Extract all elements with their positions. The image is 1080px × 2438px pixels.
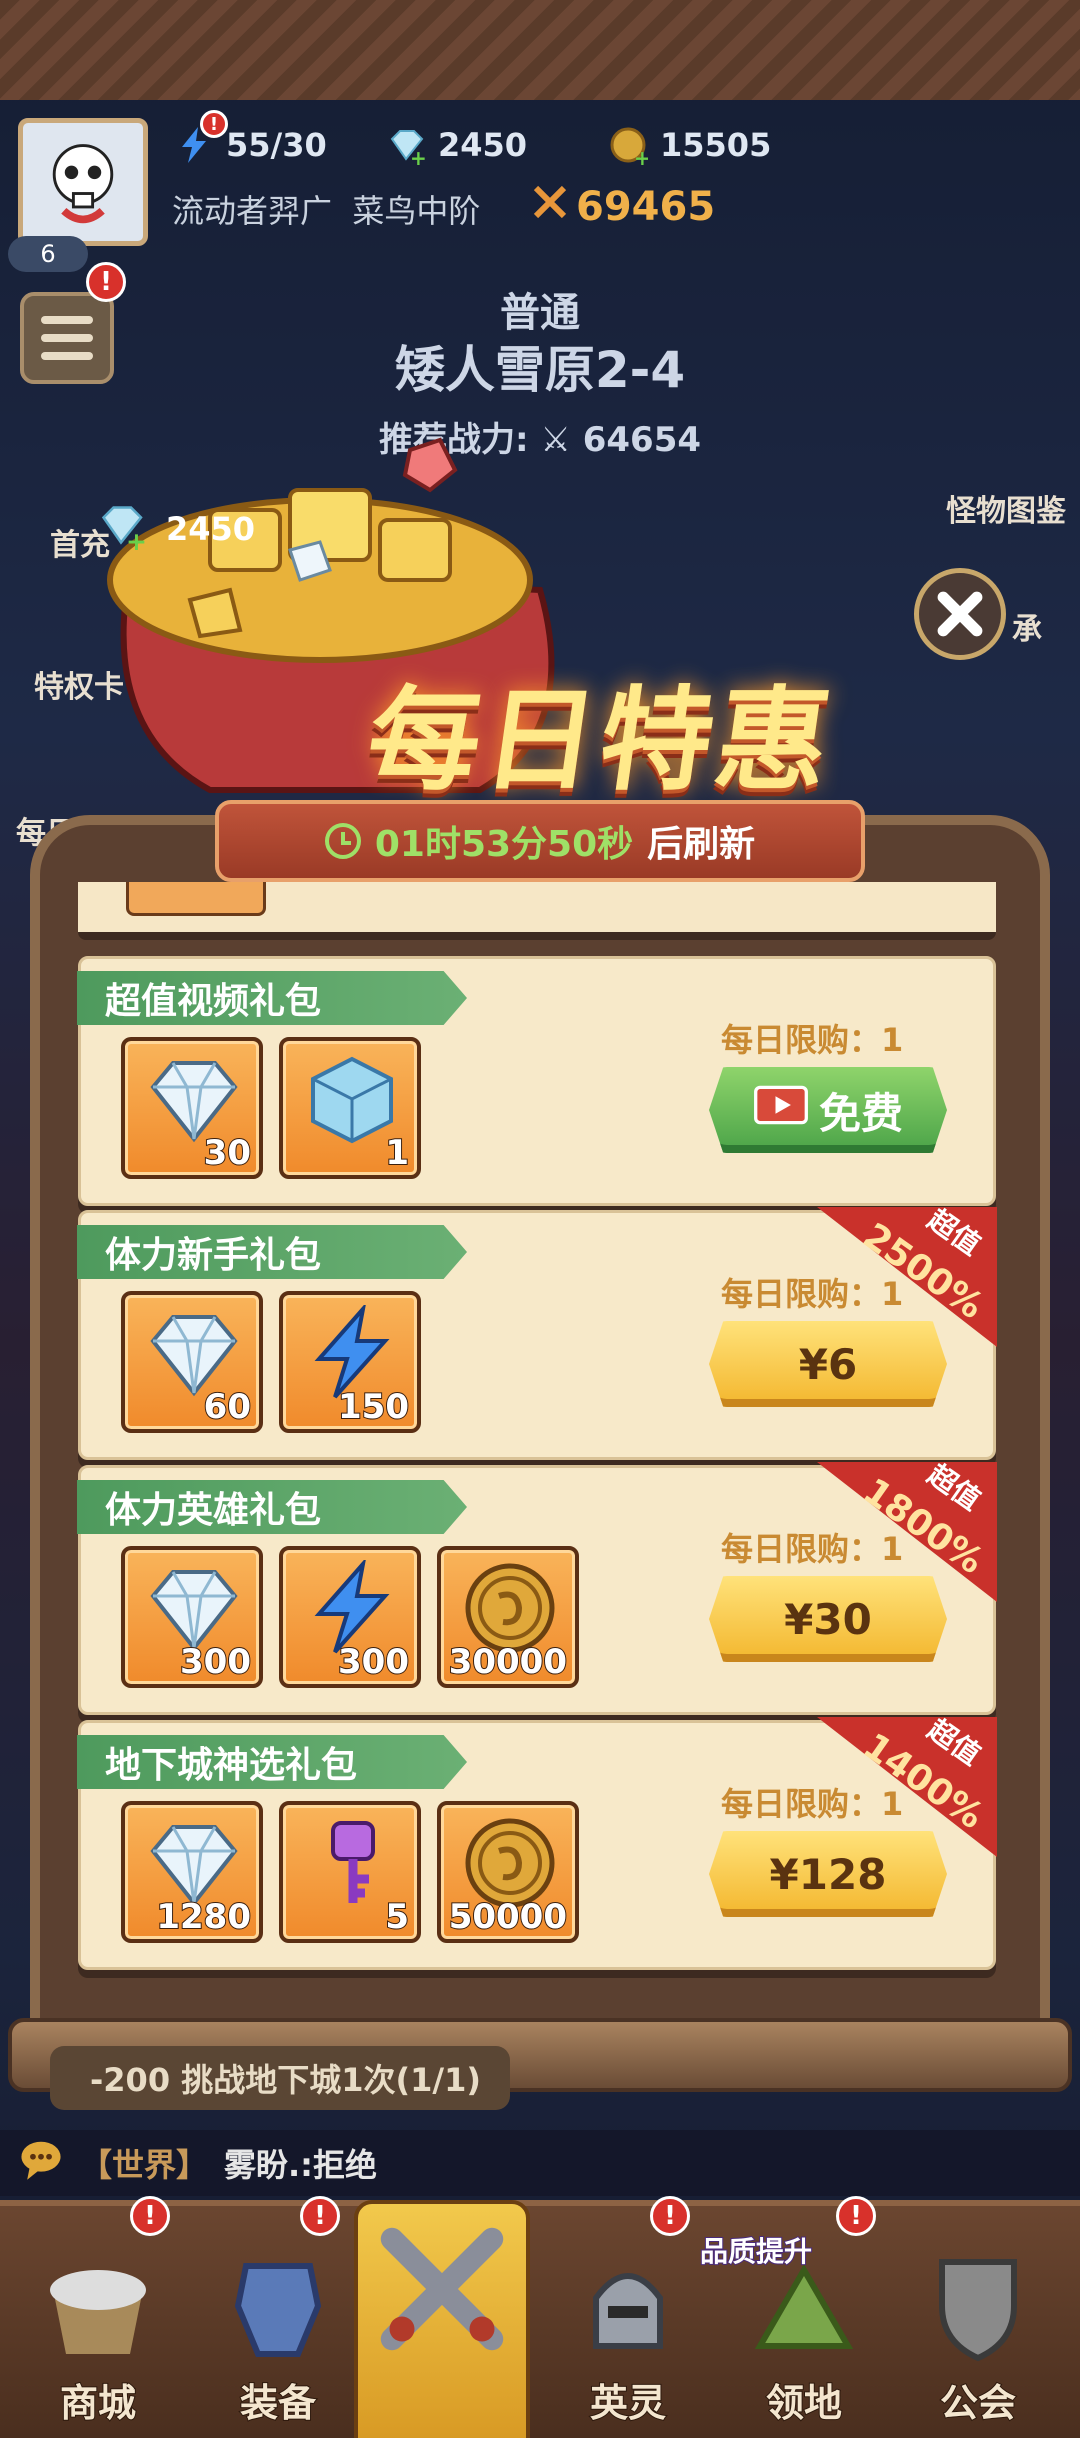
tab-heroes[interactable]: 英灵 bbox=[540, 2236, 716, 2436]
reward-item[interactable]: 1280 bbox=[121, 1801, 263, 1943]
offer-items: 60 150 bbox=[121, 1291, 421, 1433]
reward-quantity: 150 bbox=[337, 1386, 410, 1428]
knight-helmet-icon bbox=[593, 2273, 663, 2349]
crossed-swords-icon bbox=[530, 182, 570, 232]
offer-card: 体力新手礼包 60 150 每日限购：1 ¥6 超值 2500% bbox=[77, 1207, 997, 1460]
popup-title: 每日特惠 bbox=[359, 676, 842, 806]
reward-item[interactable]: 300 bbox=[279, 1546, 421, 1688]
reward-quantity: 60 bbox=[203, 1386, 252, 1428]
crossed-swords-icon bbox=[380, 2227, 504, 2351]
stage-name[interactable]: 矮人雪原2-4 bbox=[0, 330, 1080, 402]
shop-icon bbox=[50, 2270, 146, 2354]
offer-title: 超值视频礼包 bbox=[77, 971, 467, 1025]
offer-card: 体力英雄礼包 300 300 30000 每日限购：1 ¥30 超值 1800% bbox=[77, 1462, 997, 1715]
guild-shield-icon bbox=[939, 2259, 1017, 2362]
monster-codex-label[interactable]: 怪物图鉴 bbox=[946, 486, 1066, 530]
world-chat-bar[interactable]: 【世界】 雾盼.:拒绝 bbox=[0, 2130, 1080, 2196]
reward-item[interactable]: 5 bbox=[279, 1801, 421, 1943]
offer-card: 超值视频礼包 30 1 每日限购：1 免费 bbox=[77, 956, 996, 1206]
skull-avatar-icon bbox=[52, 144, 114, 224]
video-icon bbox=[753, 1083, 809, 1137]
tab-equipment[interactable]: 装备 bbox=[190, 2236, 366, 2436]
reward-quantity: 30000 bbox=[448, 1641, 568, 1683]
reward-quantity: 30 bbox=[203, 1132, 252, 1174]
purchase-limit: 每日限购：1 bbox=[721, 1021, 904, 1059]
tab-shop[interactable]: 商城 bbox=[10, 2236, 186, 2436]
stamina-counter[interactable]: 55/30 bbox=[172, 120, 327, 170]
gold-coin-plus-icon: + bbox=[606, 123, 650, 167]
reward-item[interactable]: 60 bbox=[121, 1291, 263, 1433]
offer-title: 体力新手礼包 bbox=[77, 1225, 467, 1279]
reward-quantity: 300 bbox=[337, 1641, 410, 1683]
armor-icon bbox=[234, 2263, 322, 2357]
player-avatar[interactable] bbox=[18, 118, 148, 246]
offer-items: 30 1 bbox=[121, 1037, 421, 1179]
bottom-nav: 商城 装备 英灵 领地 公会 bbox=[0, 2200, 1080, 2438]
heroes-alert-icon: ! bbox=[650, 2196, 690, 2236]
player-level: 6 bbox=[8, 236, 88, 272]
offer-title: 体力英雄礼包 bbox=[77, 1480, 467, 1534]
offer-card: 地下城神选礼包 1280 5 50000 每日限购：1 ¥128 超值 1400% bbox=[77, 1717, 997, 1970]
equipment-alert-icon: ! bbox=[300, 2196, 340, 2236]
status-bar-band bbox=[0, 0, 1080, 100]
reward-item[interactable]: 50000 bbox=[437, 1801, 579, 1943]
reward-item[interactable]: 300 bbox=[121, 1546, 263, 1688]
territory-alert-icon: ! bbox=[836, 2196, 876, 2236]
close-icon bbox=[937, 591, 983, 637]
reward-quantity: 1280 bbox=[155, 1896, 252, 1938]
close-button[interactable] bbox=[914, 568, 1006, 660]
offer-items: 300 300 30000 bbox=[121, 1546, 579, 1688]
refresh-timer: 01时53分50秒 后刷新 bbox=[215, 800, 865, 882]
inherit-label[interactable]: 承 bbox=[1012, 604, 1042, 648]
reward-item[interactable]: 30 bbox=[121, 1037, 263, 1179]
offer-items: 1280 5 50000 bbox=[121, 1801, 579, 1943]
diamond-plus-icon: + bbox=[96, 500, 147, 558]
gold-counter[interactable]: + 15505 bbox=[606, 120, 771, 170]
reward-item[interactable]: 150 bbox=[279, 1291, 421, 1433]
chat-bubble-icon bbox=[18, 2136, 64, 2190]
power-display: 69465 bbox=[530, 182, 715, 232]
svg-text:+: + bbox=[126, 527, 146, 550]
reward-quantity: 300 bbox=[179, 1641, 252, 1683]
stamina-alert-icon: ! bbox=[200, 110, 228, 138]
reward-quantity: 1 bbox=[384, 1132, 410, 1174]
game-screen: 6 55/30 ! + 2450 + 15505 流动者羿广 菜鸟中阶 6946… bbox=[0, 0, 1080, 2438]
value-badge: 超值 1800% bbox=[817, 1462, 997, 1602]
svg-text:+: + bbox=[410, 146, 426, 165]
clock-icon bbox=[324, 823, 361, 859]
tab-battle[interactable] bbox=[354, 2200, 530, 2438]
player-name-rank: 流动者羿广 菜鸟中阶 bbox=[172, 192, 481, 230]
free-claim-button[interactable]: 免费 bbox=[709, 1067, 947, 1153]
value-badge: 超值 1400% bbox=[817, 1717, 997, 1857]
quest-tracker[interactable]: -200 挑战地下城1次(1/1) bbox=[50, 2046, 510, 2110]
partial-previous-card bbox=[78, 882, 996, 940]
reward-quantity: 50000 bbox=[448, 1896, 568, 1938]
offer-title: 地下城神选礼包 bbox=[77, 1735, 467, 1789]
reward-quantity: 5 bbox=[384, 1896, 410, 1938]
gem-counter[interactable]: + 2450 bbox=[384, 120, 527, 170]
quality-up-label: 品质提升 bbox=[699, 2234, 813, 2269]
shop-alert-icon: ! bbox=[130, 2196, 170, 2236]
reward-item[interactable]: 30000 bbox=[437, 1546, 579, 1688]
diamond-plus-icon: + bbox=[384, 123, 428, 167]
svg-text:+: + bbox=[634, 146, 648, 165]
value-badge: 超值 2500% bbox=[817, 1207, 997, 1347]
popup-gem-balance: + 2450 bbox=[96, 500, 255, 558]
reward-item[interactable]: 1 bbox=[279, 1037, 421, 1179]
tab-guild[interactable]: 公会 bbox=[890, 2236, 1066, 2436]
